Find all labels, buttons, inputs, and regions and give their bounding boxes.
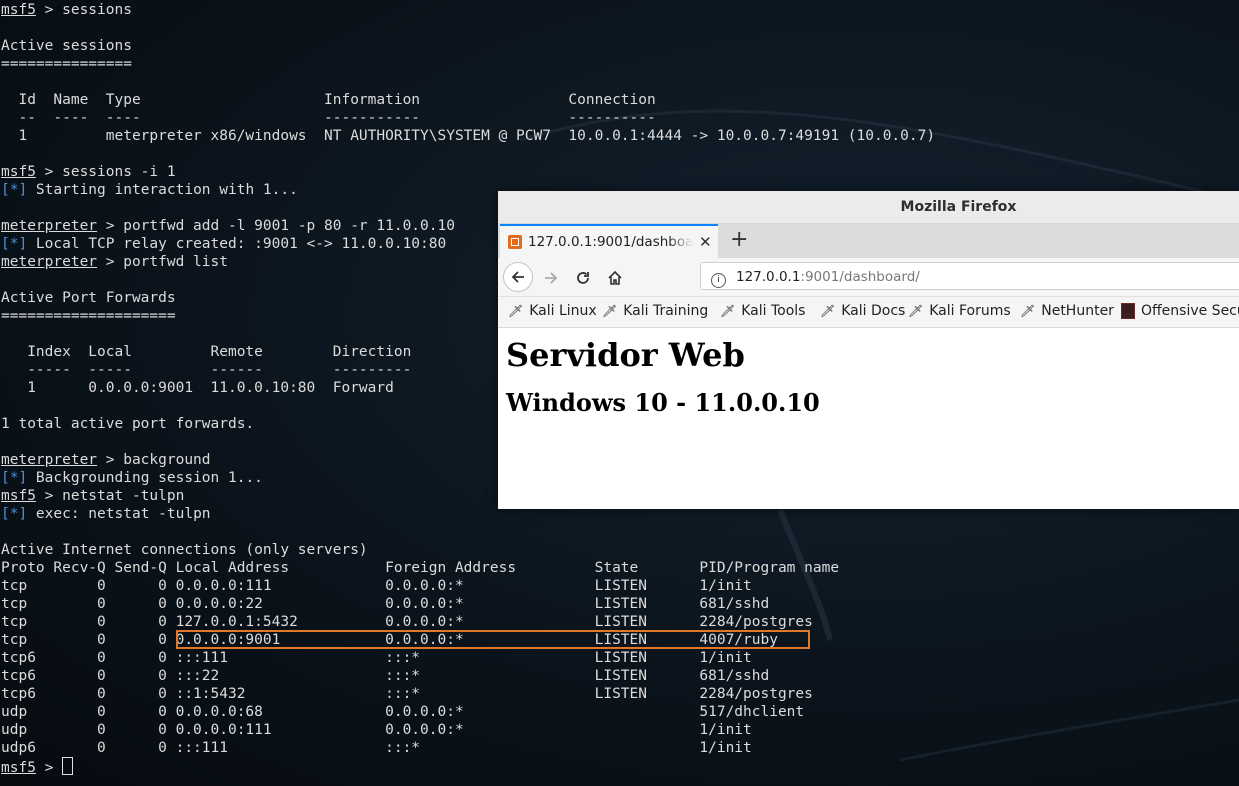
bookmark-label: Kali Training [623,303,709,319]
reload-button[interactable] [570,265,596,291]
site-info-icon[interactable]: i [711,273,726,288]
reload-icon [577,272,589,284]
page-subheading: Windows 10 - 11.0.0.10 [506,388,820,417]
terminal-line: tcp 0 0 127.0.0.1:5432 0.0.0.0:* LISTEN … [1,614,813,630]
status-text: Local TCP relay created: :9001 <-> 11.0.… [27,236,447,252]
bookmark-item[interactable]: 🗡 Kali Training [602,303,708,319]
status-marker: [*] [1,506,28,522]
firefox-window[interactable]: Mozilla Firefox 127.0.0.1:9001/dashboard… [498,191,1239,509]
offsec-icon [1121,303,1135,319]
prompt-label: meterpreter [1,452,98,468]
kali-dragon-icon: 🗡 [820,304,836,318]
home-button[interactable] [602,265,628,291]
terminal-line: tcp6 0 0 ::1:5432 :::* LISTEN 2284/postg… [1,686,813,702]
status-marker: [*] [1,182,28,198]
command-text: > [35,760,63,776]
kali-dragon-icon: 🗡 [508,304,524,318]
terminal-line: -- ---- ---- ----------- ---------- [1,110,656,126]
terminal-line: tcp 0 0 0.0.0.0:22 0.0.0.0:* LISTEN 681/… [1,596,770,612]
terminal-line: Id Name Type Information Connection [1,92,656,108]
prompt-label: msf5 [1,488,36,504]
bookmarks-toolbar: 🗡 Kali Linux 🗡 Kali Training 🗡 Kali Tools 🗡 Kal… [498,297,1239,328]
tab-title: 127.0.0.1:9001/dashboard/ [528,234,693,250]
prompt-label: msf5 [1,164,36,180]
terminal-line: udp 0 0 0.0.0.0:68 0.0.0.0:* 517/dhclien… [1,704,805,720]
command-text: > portfwd add -l 9001 -p 80 -r 11.0.0.10 [97,218,455,234]
command-text: > sessions -i 1 [35,164,176,180]
terminal-line: msf5 > [1,757,935,776]
bookmark-label: Kali Tools [741,303,806,319]
url-path: :9001/dashboard/ [800,269,920,285]
terminal-line: tcp6 0 0 :::22 :::* LISTEN 681/sshd [1,668,770,684]
terminal-line: =============== [1,56,132,72]
kali-dragon-icon: 🗡 [908,304,924,318]
prompt-label: msf5 [1,2,36,18]
bookmark-label: Kali Forums [929,303,1011,319]
url-host: 127.0.0.1 [736,269,801,285]
bookmark-item[interactable]: 🗡 NetHunter [1020,303,1114,319]
prompt-label: meterpreter [1,254,98,270]
bookmark-item[interactable]: 🗡 Kali Docs [820,303,905,319]
terminal-line: udp 0 0 0.0.0.0:111 0.0.0.0:* 1/init [1,722,752,738]
command-text: > sessions [35,2,132,18]
status-marker: [*] [1,236,28,252]
prompt-label: meterpreter [1,218,98,234]
command-text: > netstat -tulpn [35,488,185,504]
prompt-label: msf5 [1,760,36,776]
terminal-line: Proto Recv-Q Send-Q Local Address Foreig… [1,560,840,576]
kali-dragon-icon: 🗡 [1020,304,1036,318]
bookmark-label: Kali Docs [841,303,906,319]
navigation-toolbar: i 127.0.0.1:9001/dashboard/ [498,258,1239,297]
bookmark-item[interactable]: 🗡 Kali Forums [908,303,1011,319]
arrow-right-icon [545,272,558,284]
forward-button[interactable] [538,265,564,291]
terminal-line: tcp 0 0 0.0.0.0:111 0.0.0.0:* LISTEN 1/i… [1,578,752,594]
command-text: > background [97,452,211,468]
home-icon [608,270,622,285]
page-heading: Servidor Web [506,336,745,374]
status-text: exec: netstat -tulpn [27,506,211,522]
new-tab-button[interactable]: + [730,228,748,252]
xampp-favicon-icon [508,235,522,249]
status-marker: [*] [1,470,28,486]
bookmark-item[interactable]: 🗡 Kali Linux [508,303,597,319]
back-button[interactable] [503,262,533,292]
window-title: Mozilla Firefox [498,191,1239,224]
kali-dragon-icon: 🗡 [720,304,736,318]
tab-dashboard[interactable]: 127.0.0.1:9001/dashboard/ ✕ [500,224,718,258]
terminal-line: msf5 > sessions [1,1,935,19]
bookmark-item[interactable]: 🗡 Kali Tools [720,303,805,319]
command-text: > portfwd list [97,254,228,270]
bookmark-label: Kali Linux [529,303,597,319]
terminal-line: tcp6 0 0 :::111 :::* LISTEN 1/init [1,650,752,666]
arrow-left-icon [511,271,524,283]
bookmark-label: Offensive Secu [1141,303,1239,319]
terminal-cursor[interactable] [62,757,74,775]
terminal-line: udp6 0 0 :::111 :::* 1/init [1,740,752,756]
kali-dragon-icon: 🗡 [602,304,618,318]
bookmark-item[interactable]: Offensive Secu [1121,303,1239,319]
status-text: Starting interaction with 1... [27,182,298,198]
terminal-line: 1 meterpreter x86/windows NT AUTHORITY\S… [1,128,936,144]
tab-bar: 127.0.0.1:9001/dashboard/ ✕ + [498,224,1239,258]
close-tab-icon[interactable]: ✕ [699,233,712,251]
status-text: Backgrounding session 1... [27,470,263,486]
url-bar[interactable]: i 127.0.0.1:9001/dashboard/ [700,262,1239,290]
terminal-line: Active sessions [1,38,132,54]
terminal-line: msf5 > sessions -i 1 [1,163,935,181]
terminal-line: Active Internet connections (only server… [1,542,368,558]
bookmark-label: NetHunter [1041,303,1114,319]
highlight-box [176,630,810,649]
page-content: Servidor Web Windows 10 - 11.0.0.10 [498,328,1239,426]
